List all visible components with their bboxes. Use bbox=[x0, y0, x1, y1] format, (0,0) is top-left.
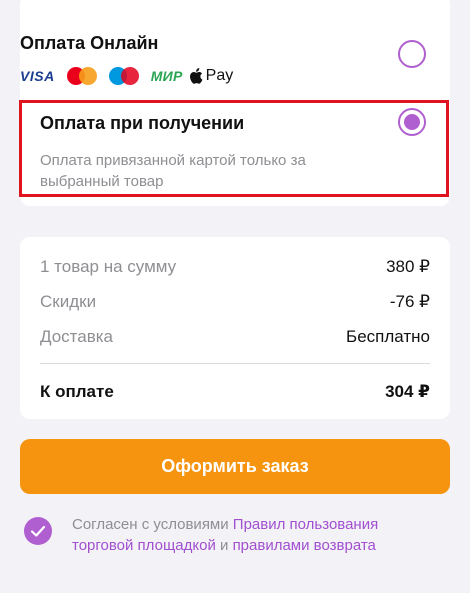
radio-selected-dot bbox=[404, 114, 420, 130]
payment-cod-description: Оплата привязанной картой только за выбр… bbox=[40, 152, 306, 190]
return-policy-link[interactable]: правилами возврата bbox=[233, 537, 376, 554]
summary-value: 380 ₽ bbox=[386, 257, 430, 276]
summary-row-total: К оплате 304 ₽ bbox=[40, 382, 430, 402]
apple-icon bbox=[189, 68, 203, 84]
payment-cod-title: Оплата при получении bbox=[40, 113, 245, 133]
payment-logos: VISA МИР Pay bbox=[20, 64, 233, 88]
maestro-icon bbox=[108, 67, 139, 85]
agreement-prefix: Согласен с условиями bbox=[72, 516, 233, 533]
order-summary-card: 1 товар на сумму 380 ₽ Скидки -76 ₽ Дост… bbox=[20, 237, 450, 419]
summary-divider bbox=[40, 363, 430, 364]
payment-online-radio[interactable] bbox=[398, 40, 426, 68]
summary-row-discount: Скидки -76 ₽ bbox=[40, 292, 430, 312]
summary-row-items: 1 товар на сумму 380 ₽ bbox=[40, 257, 430, 277]
place-order-button[interactable]: Оформить заказ bbox=[20, 439, 450, 494]
payment-option-online[interactable]: Оплата Онлайн VISA МИР Pay bbox=[20, 32, 233, 88]
agreement-checkbox[interactable] bbox=[24, 517, 52, 545]
summary-label: Скидки bbox=[40, 292, 97, 311]
payment-online-title: Оплата Онлайн bbox=[20, 33, 159, 53]
visa-logo: VISA bbox=[20, 68, 55, 84]
total-value: 304 ₽ bbox=[385, 382, 430, 401]
check-icon bbox=[30, 525, 46, 537]
summary-label: 1 товар на сумму bbox=[40, 257, 177, 276]
summary-value: Бесплатно bbox=[346, 327, 430, 346]
mastercard-icon bbox=[66, 67, 97, 85]
payment-cod-radio[interactable] bbox=[398, 108, 426, 136]
agreement-text: Согласен с условиями Правил пользования … bbox=[72, 514, 442, 556]
total-label: К оплате bbox=[40, 382, 114, 401]
summary-value: -76 ₽ bbox=[389, 292, 430, 311]
summary-row-delivery: Доставка Бесплатно bbox=[40, 327, 430, 347]
agreement-middle: и bbox=[215, 537, 233, 554]
summary-label: Доставка bbox=[40, 327, 114, 346]
apple-pay-logo: Pay bbox=[189, 67, 234, 85]
mir-logo: МИР bbox=[150, 68, 183, 84]
apple-pay-label: Pay bbox=[205, 67, 234, 84]
